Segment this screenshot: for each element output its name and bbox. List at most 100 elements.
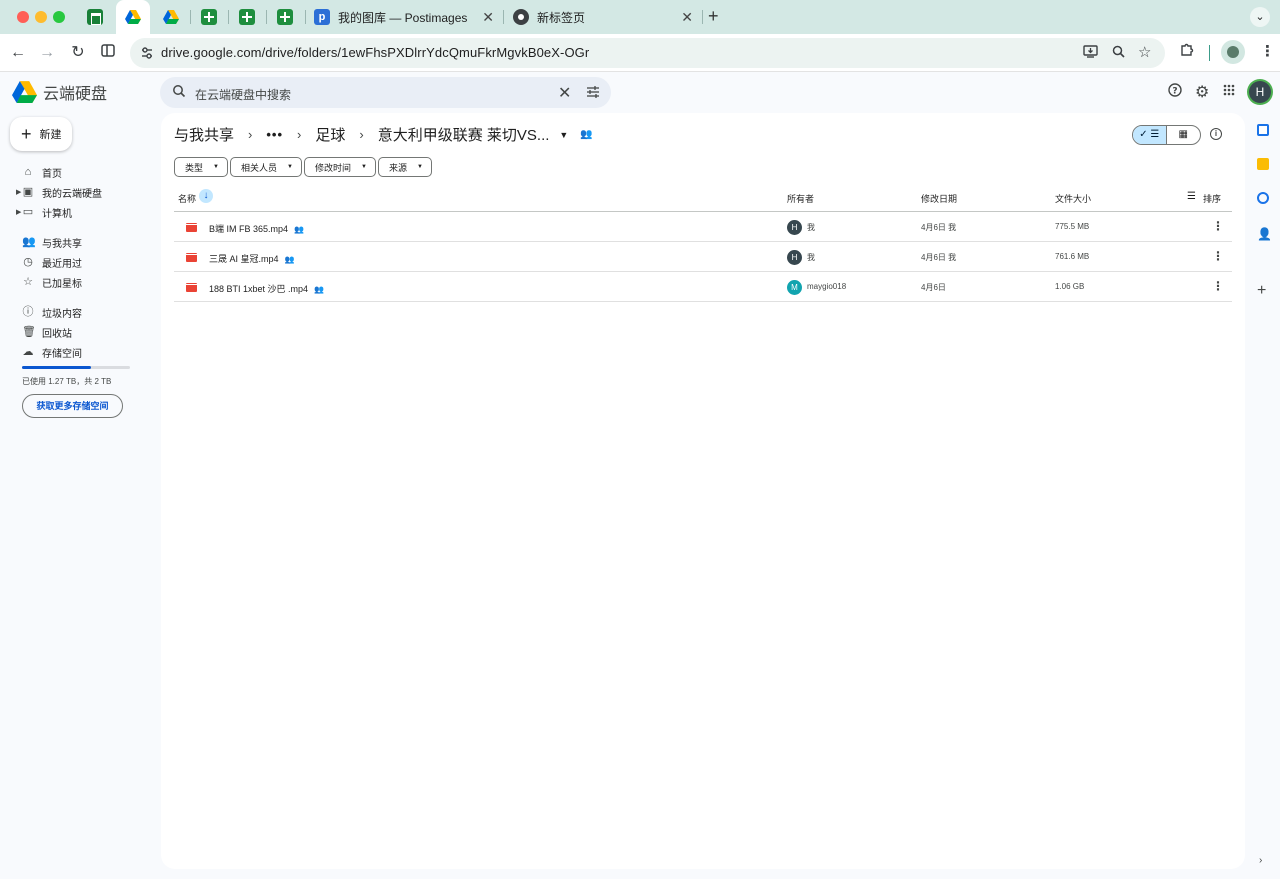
- sidebar-item-recent[interactable]: ◷ 最近用过: [22, 254, 82, 270]
- grid-view-button[interactable]: ▦: [1167, 126, 1201, 144]
- browser-tab-4[interactable]: [194, 0, 224, 34]
- close-tab-icon[interactable]: ✕: [681, 9, 693, 26]
- browser-tab-postimages[interactable]: p 我的图库 — Postimages ✕: [306, 0, 502, 34]
- zoom-icon[interactable]: [1112, 45, 1125, 61]
- side-panel-icon[interactable]: [97, 42, 119, 64]
- filter-type-chip[interactable]: 类型 ▼: [174, 157, 228, 177]
- filter-modified-chip[interactable]: 修改时间 ▼: [304, 157, 376, 177]
- new-button[interactable]: + 新建: [10, 117, 72, 151]
- owner-avatar: H: [787, 250, 802, 265]
- sheets-icon: [87, 9, 103, 25]
- contacts-icon[interactable]: 👤: [1257, 228, 1272, 240]
- modified-date: 4月6日: [921, 283, 946, 292]
- forward-arrow-icon[interactable]: →: [36, 42, 58, 64]
- video-file-icon: [186, 223, 197, 232]
- address-bar[interactable]: drive.google.com/drive/folders/1ewFhsPXD…: [130, 38, 1165, 68]
- drive-logo[interactable]: 云端硬盘: [12, 80, 107, 104]
- tasks-icon[interactable]: [1257, 192, 1269, 204]
- column-size-header[interactable]: 文件大小: [1055, 192, 1091, 205]
- search-bar[interactable]: 在云端硬盘中搜索 ✕: [160, 77, 611, 108]
- site-settings-icon[interactable]: [140, 46, 154, 60]
- sort-direction-arrow-icon[interactable]: ↓: [199, 189, 213, 203]
- column-owner-header[interactable]: 所有者: [787, 192, 814, 205]
- more-actions-icon[interactable]: ⋮: [1212, 249, 1224, 263]
- help-icon[interactable]: ?: [1168, 83, 1182, 101]
- url-text: drive.google.com/drive/folders/1ewFhsPXD…: [161, 45, 590, 60]
- sidebar-item-my-drive[interactable]: ▣ 我的云端硬盘: [22, 184, 102, 200]
- minimize-window-button[interactable]: [35, 11, 47, 23]
- sidebar-item-label: 回收站: [42, 328, 72, 340]
- tab-title: 新标签页: [537, 10, 586, 25]
- account-avatar[interactable]: H: [1249, 81, 1271, 103]
- close-window-button[interactable]: [17, 11, 29, 23]
- add-addon-icon[interactable]: +: [1257, 282, 1266, 300]
- sidebar-item-label: 已加星标: [42, 278, 82, 290]
- sidebar-item-computers[interactable]: ▭ 计算机: [22, 204, 72, 220]
- browser-tab-6[interactable]: [270, 0, 300, 34]
- column-name-header[interactable]: 名称: [178, 192, 196, 205]
- breadcrumb-current-folder[interactable]: 意大利甲级联赛 莱切VS...: [378, 124, 550, 145]
- settings-gear-icon[interactable]: ⚙: [1195, 82, 1209, 102]
- browser-tab-5[interactable]: [232, 0, 262, 34]
- extensions-icon[interactable]: [1180, 42, 1194, 60]
- more-actions-icon[interactable]: ⋮: [1212, 279, 1224, 293]
- browser-menu-icon[interactable]: ⋮: [1260, 42, 1275, 60]
- browser-tab-newtab[interactable]: 新标签页 ✕: [505, 0, 701, 34]
- sort-button[interactable]: 排序: [1203, 192, 1221, 205]
- expand-caret-icon[interactable]: ▶: [16, 188, 21, 196]
- list-view-button[interactable]: ✓ ☰: [1133, 126, 1167, 144]
- search-options-icon[interactable]: [586, 85, 600, 99]
- chevron-down-icon: ▼: [287, 164, 293, 170]
- sidebar-item-starred[interactable]: ☆ 已加星标: [22, 274, 82, 290]
- back-arrow-icon[interactable]: ←: [7, 42, 29, 64]
- tab-search-chevron-icon[interactable]: ⌄: [1250, 7, 1270, 27]
- close-tab-icon[interactable]: ✕: [482, 9, 494, 26]
- folder-menu-dropdown-icon[interactable]: ▼: [559, 130, 568, 140]
- breadcrumb-parent-folder[interactable]: 足球: [315, 124, 345, 145]
- sidebar-item-shared[interactable]: 👥 与我共享: [22, 234, 82, 250]
- owner-avatar: H: [787, 220, 802, 235]
- sort-options-icon[interactable]: ☰: [1187, 191, 1196, 202]
- reload-icon[interactable]: ↻: [67, 42, 89, 64]
- tab-divider: [266, 10, 267, 24]
- search-input[interactable]: 在云端硬盘中搜索: [195, 86, 291, 103]
- search-icon[interactable]: [172, 84, 186, 98]
- breadcrumb-shared-with-me[interactable]: 与我共享: [174, 124, 234, 145]
- maximize-window-button[interactable]: [53, 11, 65, 23]
- bookmark-star-icon[interactable]: ☆: [1138, 43, 1151, 61]
- breadcrumb-more-icon[interactable]: •••: [266, 127, 283, 142]
- table-row[interactable]: B端 IM FB 365.mp4 👥 H 我 4月6日 我 775.5 MB ⋮: [174, 212, 1232, 242]
- calendar-icon[interactable]: [1257, 124, 1269, 136]
- sidebar-item-spam[interactable]: ⓘ 垃圾内容: [22, 304, 83, 320]
- drive-logo-icon: [12, 81, 37, 103]
- table-row[interactable]: 三晟 AI 皇冠.mp4 👥 H 我 4月6日 我 761.6 MB ⋮: [174, 242, 1232, 272]
- sidebar-item-storage[interactable]: ☁ 存储空间: [22, 344, 83, 360]
- sheets-plus-icon: [277, 9, 293, 25]
- filter-people-chip[interactable]: 相关人员 ▼: [230, 157, 302, 177]
- more-actions-icon[interactable]: ⋮: [1212, 219, 1224, 233]
- expand-caret-icon[interactable]: ▶: [16, 208, 21, 216]
- column-modified-header[interactable]: 修改日期: [921, 192, 957, 205]
- browser-tab-3[interactable]: [156, 0, 186, 34]
- spam-icon: ⓘ: [22, 306, 34, 318]
- browser-tab-2[interactable]: [116, 0, 150, 34]
- details-info-icon[interactable]: i: [1210, 128, 1222, 140]
- owner-name: 我: [807, 223, 815, 232]
- sidebar-item-trash[interactable]: 🗑 回收站: [22, 324, 72, 340]
- keep-icon[interactable]: [1257, 158, 1269, 170]
- browser-profile-avatar[interactable]: [1221, 40, 1245, 64]
- filter-source-chip[interactable]: 来源 ▼: [378, 157, 432, 177]
- app-title: 云端硬盘: [43, 86, 108, 103]
- collapse-panel-chevron-icon[interactable]: ›: [1259, 855, 1262, 866]
- get-more-storage-button[interactable]: 获取更多存储空间: [22, 394, 123, 418]
- new-tab-button[interactable]: +: [708, 6, 719, 27]
- browser-tab-1[interactable]: [80, 0, 110, 34]
- install-app-icon[interactable]: [1083, 45, 1098, 61]
- browser-toolbar: ← → ↻ drive.google.com/drive/folders/1ew…: [0, 34, 1280, 72]
- clear-search-icon[interactable]: ✕: [558, 83, 571, 103]
- tab-divider: [228, 10, 229, 24]
- table-row[interactable]: 188 BTI 1xbet 沙巴 .mp4 👥 Mmaygio018 4月6日 1.06…: [174, 272, 1232, 302]
- sidebar-item-home[interactable]: ⌂ 首页: [22, 164, 62, 180]
- sidebar-item-label: 首页: [42, 168, 62, 180]
- apps-grid-icon[interactable]: [1223, 83, 1235, 100]
